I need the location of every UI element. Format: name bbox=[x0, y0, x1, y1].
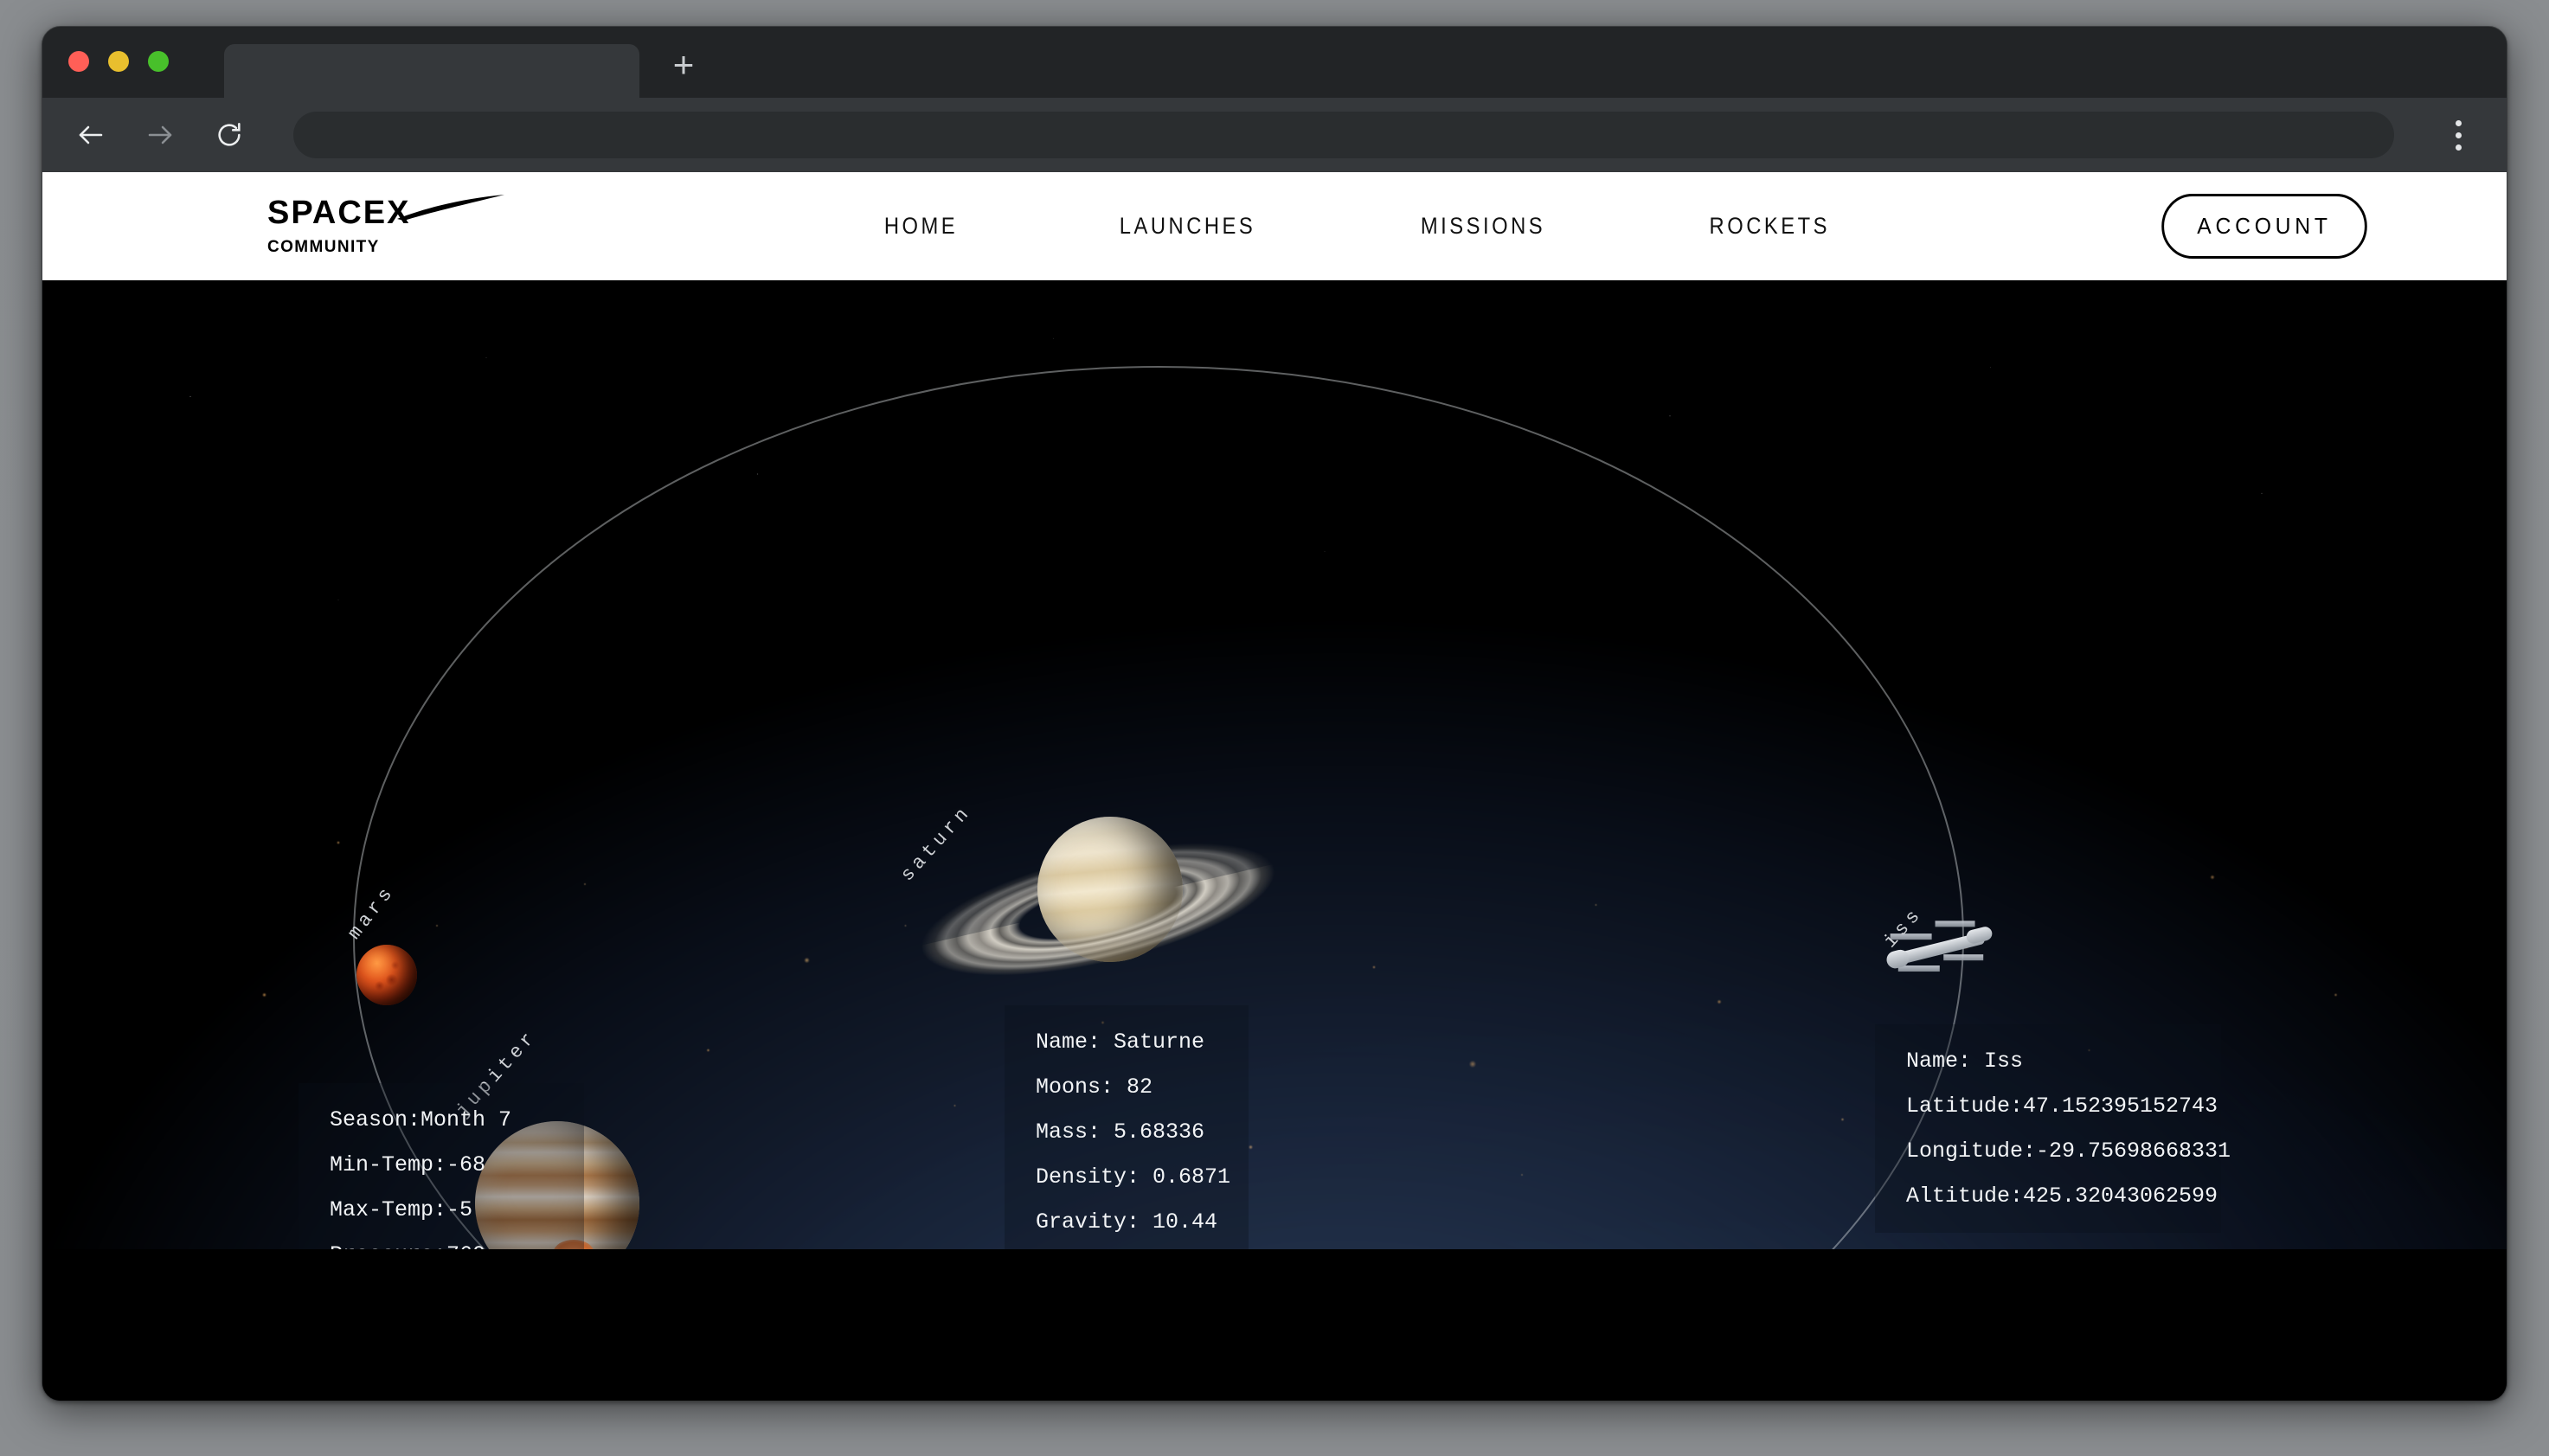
account-button[interactable]: ACCOUNT bbox=[2161, 194, 2367, 259]
page-bottom-area bbox=[42, 1249, 2507, 1401]
browser-tab[interactable] bbox=[224, 44, 639, 98]
weather-min-temp: Min-Temp:-68 bbox=[330, 1152, 486, 1177]
url-input[interactable] bbox=[293, 112, 2394, 158]
mars-weather-card: Season:Month 7 Min-Temp:-68 Max-Temp:-5 … bbox=[299, 1083, 584, 1249]
window-traffic-lights bbox=[68, 51, 169, 72]
nav-item-launches[interactable]: LAUNCHES bbox=[1120, 213, 1256, 240]
space-scene: mars jupiter saturn iss Season:Month 7 M… bbox=[42, 280, 2507, 1249]
saturn-info-card: Name: Saturne Moons: 82 Mass: 5.68336 De… bbox=[1005, 1005, 1249, 1249]
iss-name: Name: Iss bbox=[1906, 1049, 2024, 1074]
nav-item-missions[interactable]: MISSIONS bbox=[1421, 213, 1545, 240]
saturn-moons: Moons: 82 bbox=[1036, 1074, 1153, 1100]
main-navigation: HOME LAUNCHES MISSIONS ROCKETS bbox=[562, 213, 2156, 240]
desktop-background: + SPACEX COMMUNITY HOME LAUNCHES MISSION… bbox=[0, 0, 2549, 1456]
saturn-gravity: Gravity: 10.44 bbox=[1036, 1209, 1218, 1235]
nav-item-rockets[interactable]: ROCKETS bbox=[1710, 213, 1831, 240]
iss-altitude: Altitude:425.32043062599 bbox=[1906, 1183, 2218, 1209]
new-tab-button[interactable]: + bbox=[664, 47, 703, 87]
three-dot-menu-icon[interactable] bbox=[2439, 113, 2477, 157]
weather-max-temp: Max-Temp:-5 bbox=[330, 1197, 473, 1222]
browser-window: + SPACEX COMMUNITY HOME LAUNCHES MISSION… bbox=[42, 26, 2507, 1401]
forward-arrow-icon[interactable] bbox=[141, 116, 179, 154]
nav-item-home[interactable]: HOME bbox=[884, 213, 958, 240]
close-window-button[interactable] bbox=[68, 51, 89, 72]
maximize-window-button[interactable] bbox=[148, 51, 169, 72]
minimize-window-button[interactable] bbox=[108, 51, 129, 72]
iss-info-card: Name: Iss Latitude:47.152395152743 Longi… bbox=[1875, 1024, 2231, 1233]
page-viewport: SPACEX COMMUNITY HOME LAUNCHES MISSIONS … bbox=[42, 172, 2507, 1401]
saturn-density: Density: 0.6871 bbox=[1036, 1164, 1231, 1190]
planet-mars[interactable] bbox=[356, 945, 417, 1005]
saturn-mass: Mass: 5.68336 bbox=[1036, 1119, 1205, 1145]
spacex-swoosh-icon bbox=[397, 194, 504, 221]
saturn-name: Name: Saturne bbox=[1036, 1029, 1205, 1055]
spacex-wordmark: SPACEX bbox=[267, 194, 504, 231]
iss-longitude: Longitude:-29.75698668331 bbox=[1906, 1139, 2231, 1164]
site-header: SPACEX COMMUNITY HOME LAUNCHES MISSIONS … bbox=[42, 172, 2507, 280]
planet-saturn[interactable] bbox=[900, 811, 1296, 1007]
browser-toolbar bbox=[42, 98, 2507, 172]
brand-name: SPACEX bbox=[267, 194, 411, 231]
weather-season: Season:Month 7 bbox=[330, 1107, 512, 1132]
brand-logo-block[interactable]: SPACEX COMMUNITY bbox=[103, 194, 504, 257]
iss-latitude: Latitude:47.152395152743 bbox=[1906, 1094, 2218, 1119]
back-arrow-icon[interactable] bbox=[72, 116, 110, 154]
brand-subtitle: COMMUNITY bbox=[267, 237, 380, 256]
reload-icon[interactable] bbox=[210, 116, 248, 154]
browser-tab-strip: + bbox=[42, 27, 2507, 98]
